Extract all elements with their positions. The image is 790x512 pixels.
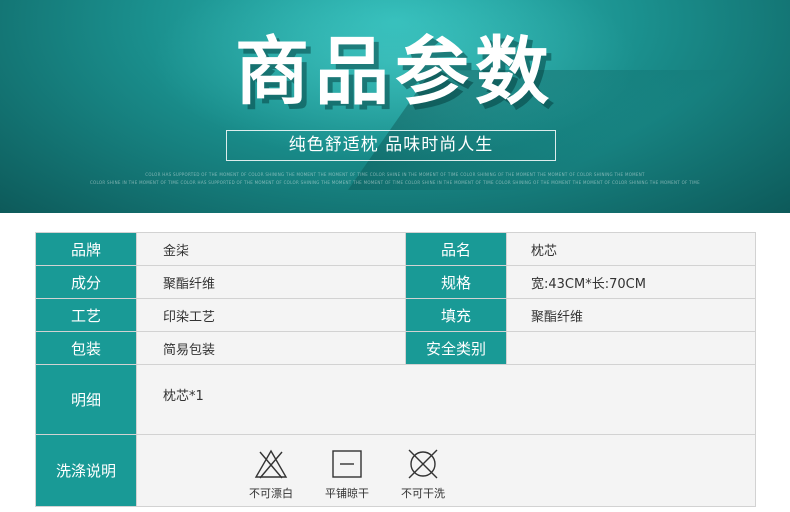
detail-label: 明细 — [35, 364, 137, 435]
size-value: 宽:43CM*长:70CM — [506, 265, 756, 299]
safety-label: 安全类别 — [405, 331, 507, 365]
banner-fine-print-1: COLOR HAS SUPPORTED OF THE MOMENT OF COL… — [145, 172, 645, 177]
care-label: 平铺晾干 — [325, 487, 369, 500]
care-item-no-bleach: 不可漂白 — [245, 448, 297, 501]
spec-row-wash: 洗涤说明 不可漂白 平铺晾干 不可干洗 — [35, 434, 756, 507]
no-dry-clean-icon — [408, 449, 438, 479]
package-label: 包装 — [35, 331, 137, 365]
craft-value: 印染工艺 — [136, 298, 406, 332]
spec-table: 品牌 金柒 品名 枕芯 成分 聚酯纤维 规格 宽:43CM*长:70CM 工艺 … — [35, 232, 756, 507]
banner-fine-print-2: COLOR SHINE IN THE MOMENT OF TIME COLOR … — [89, 180, 701, 185]
filling-value: 聚酯纤维 — [506, 298, 756, 332]
name-label: 品名 — [405, 232, 507, 266]
material-label: 成分 — [35, 265, 137, 299]
size-label: 规格 — [405, 265, 507, 299]
wash-label: 洗涤说明 — [35, 434, 137, 507]
banner: 商品参数 纯色舒适枕 品味时尚人生 COLOR HAS SUPPORTED OF… — [0, 0, 790, 213]
no-bleach-icon — [254, 449, 288, 479]
filling-label: 填充 — [405, 298, 507, 332]
wash-instructions: 不可漂白 平铺晾干 不可干洗 — [136, 434, 756, 507]
spec-row-detail: 明细 枕芯*1 — [35, 364, 756, 435]
spec-row: 包装 简易包装 安全类别 — [35, 331, 756, 365]
care-label: 不可漂白 — [249, 487, 293, 500]
spec-row: 工艺 印染工艺 填充 聚酯纤维 — [35, 298, 756, 332]
spec-row: 品牌 金柒 品名 枕芯 — [35, 232, 756, 266]
spec-row: 成分 聚酯纤维 规格 宽:43CM*长:70CM — [35, 265, 756, 299]
care-label: 不可干洗 — [401, 487, 445, 500]
name-value: 枕芯 — [506, 232, 756, 266]
detail-value: 枕芯*1 — [136, 364, 756, 435]
care-icons: 不可漂白 平铺晾干 不可干洗 — [245, 440, 755, 501]
material-value: 聚酯纤维 — [136, 265, 406, 299]
care-item-flat-dry: 平铺晾干 — [321, 448, 373, 501]
banner-title: 商品参数 — [235, 29, 555, 115]
brand-label: 品牌 — [35, 232, 137, 266]
banner-subtitle: 纯色舒适枕 品味时尚人生 — [226, 130, 556, 161]
care-item-no-dry-clean: 不可干洗 — [397, 448, 449, 501]
safety-value — [506, 331, 756, 365]
flat-dry-icon — [332, 450, 362, 478]
package-value: 简易包装 — [136, 331, 406, 365]
brand-value: 金柒 — [136, 232, 406, 266]
craft-label: 工艺 — [35, 298, 137, 332]
